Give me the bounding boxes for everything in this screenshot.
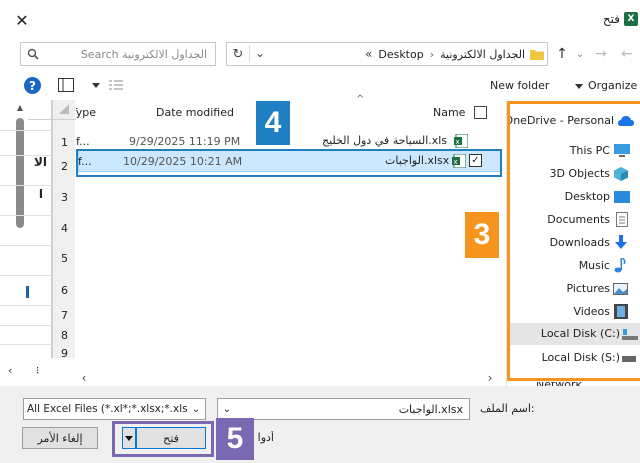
sheet-row-headers: 1 2 3 4 5 6 7 8 9 (52, 100, 76, 360)
file-type-cell: f... (76, 135, 90, 148)
background-sheet: ▲ الا ا 1 2 3 4 5 6 7 8 9 (0, 100, 76, 360)
sheet-row-number: 7 (61, 309, 68, 322)
back-button[interactable]: ← (618, 43, 636, 65)
address-bar[interactable]: ↻ ⌄ « Desktop › الجداول الالكترونية (226, 42, 548, 66)
annotation-label-5: 5 (216, 418, 254, 460)
window-title: فتح (602, 12, 620, 26)
sheet-row-number: 2 (61, 160, 68, 173)
annotation-label-4: 4 (256, 101, 290, 145)
organize-dropdown-icon (574, 81, 584, 91)
file-name-cell: السياحة في دول الخليج.xls (322, 134, 448, 147)
file-type-select[interactable]: All Excel Files (*.xl*;*.xlsx;*.xlsm ⌄ (23, 398, 206, 420)
view-details-icon[interactable] (108, 78, 124, 92)
sheet-row-number: 6 (61, 284, 68, 297)
file-list-header: Type Date modified ^ Name (76, 94, 506, 126)
breadcrumb-overflow[interactable]: « (365, 47, 372, 61)
sheet-row-number: 5 (61, 252, 68, 265)
highlight-box-5 (112, 421, 214, 457)
sheet-cell: الا (33, 155, 47, 169)
annotation-label-3: 3 (465, 212, 499, 258)
excel-icon: X (624, 12, 638, 26)
sheet-row-number: 9 (61, 347, 68, 360)
sheet-hscroll-dots: ‹ ⁝ (8, 364, 50, 377)
sheet-row-number: 8 (61, 329, 68, 342)
breadcrumb: « Desktop › الجداول الالكترونية (365, 47, 525, 61)
up-button[interactable]: ↑ (553, 43, 571, 65)
sheet-cells-column: الا ا (26, 100, 52, 358)
sheet-row-number: 3 (61, 191, 68, 204)
cancel-label: إلغاء الأمر (37, 431, 83, 445)
new-folder-button[interactable]: New folder (490, 79, 549, 92)
recent-locations-button[interactable]: ⌄ (573, 43, 587, 65)
command-bar: ? New folder Organize (0, 72, 640, 100)
sheet-row-number: 1 (61, 136, 68, 149)
scroll-up-arrow[interactable]: ▲ (14, 102, 26, 112)
breadcrumb-separator: › (429, 47, 435, 61)
refresh-icon[interactable]: ↻ (229, 45, 247, 63)
sheet-vertical-scrollbar[interactable]: ▲ (14, 100, 26, 358)
column-header-date[interactable]: Date modified (156, 106, 234, 119)
scroll-thumb[interactable] (16, 118, 24, 228)
filename-value: الواجبات.xlsx (398, 403, 463, 416)
column-header-type[interactable]: Type (76, 106, 96, 120)
file-list-hscrollbar[interactable]: ‹ › (76, 370, 502, 386)
highlight-box-4 (76, 149, 502, 177)
view-dropdown-icon[interactable] (90, 78, 102, 92)
search-box[interactable]: Search الجداول الالكترونية (20, 42, 216, 66)
preview-pane-icon[interactable] (58, 78, 74, 92)
organize-button[interactable]: Organize (588, 79, 637, 92)
sheet-cell: ا (38, 187, 43, 201)
tools-button[interactable]: أدوات (258, 431, 274, 444)
excel-file-icon: x (454, 134, 468, 148)
file-type-value: All Excel Files (*.xl*;*.xlsx;*.xlsm (27, 403, 187, 415)
close-button[interactable]: ✕ (10, 8, 34, 32)
column-header-name[interactable]: Name (433, 106, 465, 119)
sort-arrow-icon: ^ (356, 94, 365, 105)
breadcrumb-folder[interactable]: الجداول الالكترونية (440, 48, 525, 61)
highlight-box-3 (507, 101, 640, 381)
filename-dropdown-icon[interactable]: ⌄ (221, 402, 233, 416)
search-input[interactable]: Search الجداول الالكترونية (81, 48, 207, 61)
address-dropdown-icon[interactable]: ⌄ (251, 43, 269, 63)
bottom-panel: All Excel Files (*.xl*;*.xlsx;*.xlsm ⌄ ⌄… (0, 386, 640, 463)
filename-label: اسم الملف: (480, 402, 535, 415)
search-icon (27, 48, 39, 60)
sheet-row-number: 4 (61, 222, 68, 235)
cancel-button[interactable]: إلغاء الأمر (22, 427, 98, 449)
file-date-cell: 9/29/2025 11:19 PM (129, 135, 241, 148)
file-type-dropdown-icon: ⌄ (191, 403, 201, 415)
breadcrumb-desktop[interactable]: Desktop (378, 48, 423, 61)
folder-icon (530, 47, 544, 61)
scroll-right-arrow[interactable]: › (484, 371, 496, 385)
forward-button[interactable]: → (592, 43, 610, 65)
svg-text:x: x (456, 138, 460, 146)
select-all-checkbox[interactable] (474, 106, 487, 119)
filename-input[interactable]: ⌄ الواجبات.xlsx (217, 398, 470, 420)
title-bar: ✕ فتح X (0, 0, 640, 40)
scroll-left-arrow[interactable]: ‹ (78, 371, 90, 385)
help-icon[interactable]: ? (24, 77, 41, 94)
